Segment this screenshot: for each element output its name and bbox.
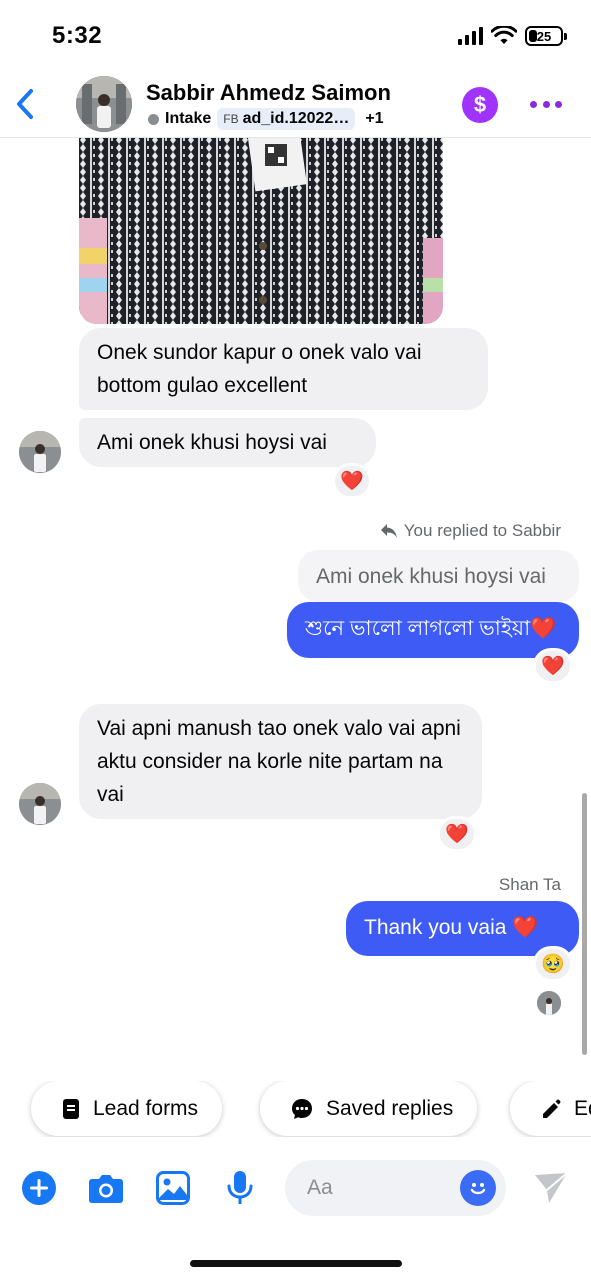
wifi-icon	[491, 26, 517, 44]
teary-face-icon: 🥹	[541, 954, 565, 975]
send-button[interactable]	[533, 1170, 569, 1206]
gallery-button[interactable]	[155, 1170, 191, 1206]
stage-label[interactable]: Intake	[165, 110, 211, 128]
battery-icon: 25	[525, 26, 567, 46]
contact-name[interactable]: Sabbir Ahmedz Saimon	[146, 80, 391, 106]
incoming-message[interactable]: Onek sundor kapur o onek valo vai bottom…	[79, 328, 488, 410]
contact-avatar-small[interactable]	[19, 431, 61, 473]
microphone-icon	[227, 1171, 253, 1204]
contact-avatar-small[interactable]	[19, 783, 61, 825]
quoted-message[interactable]: Ami onek khusi hoysi vai	[298, 550, 579, 602]
extra-tags-count[interactable]: +1	[365, 110, 383, 128]
saved-replies-button[interactable]: Saved replies	[260, 1081, 478, 1136]
reply-arrow-icon	[380, 524, 397, 538]
message-text: Ami onek khusi hoysi vai	[97, 431, 327, 454]
heart-reaction[interactable]: ❤️	[437, 816, 477, 852]
message-text: শুনে ভালো লাগলো ভাইয়া❤️	[305, 617, 557, 640]
dollar-icon: $	[473, 92, 487, 117]
heart-icon: ❤️	[541, 656, 565, 677]
tear-reaction[interactable]: 🥹	[533, 946, 573, 982]
chat-bubble-icon	[292, 1098, 312, 1119]
camera-button[interactable]	[88, 1170, 124, 1206]
saved-replies-label: Saved replies	[326, 1096, 454, 1120]
ad-id-text: ad_id.12022…	[242, 110, 350, 127]
heart-icon: ❤️	[340, 471, 364, 492]
smiley-icon	[470, 1183, 486, 1195]
message-composer	[0, 1160, 591, 1216]
message-text: Onek sundor kapur o onek valo vai bottom…	[97, 341, 422, 397]
payment-button[interactable]: $	[462, 87, 498, 123]
message-text: Thank you vaia ❤️	[364, 916, 539, 939]
status-bar: 5:32 25	[0, 0, 591, 70]
status-icons: 25	[458, 26, 567, 46]
send-icon	[535, 1172, 568, 1203]
form-icon	[63, 1098, 79, 1119]
message-text: Vai apni manush tao onek valo vai apni a…	[97, 717, 461, 806]
quoted-text: Ami onek khusi hoysi vai	[316, 565, 546, 588]
shirt-photo[interactable]	[79, 138, 443, 324]
edit-label: Ed	[574, 1096, 591, 1120]
lead-forms-button[interactable]: Lead forms	[31, 1081, 223, 1136]
battery-level: 25	[536, 28, 552, 44]
voice-button[interactable]	[222, 1170, 258, 1206]
contact-meta: Intake FB ad_id.12022… +1	[148, 108, 384, 130]
incoming-message[interactable]: Ami onek khusi hoysi vai	[79, 418, 376, 467]
outgoing-message[interactable]: শুনে ভালো লাগলো ভাইয়া❤️	[287, 602, 579, 658]
camera-icon	[89, 1175, 123, 1203]
more-options-button[interactable]	[530, 94, 562, 114]
home-indicator[interactable]	[190, 1260, 402, 1267]
conversation-header: Sabbir Ahmedz Saimon Intake FB ad_id.120…	[0, 70, 591, 138]
reply-note-text: You replied to Sabbir	[403, 521, 561, 540]
scrollbar[interactable]	[582, 793, 587, 1055]
cellular-signal-icon	[458, 27, 483, 45]
message-list[interactable]: Onek sundor kapur o onek valo vai bottom…	[0, 138, 591, 1073]
status-time: 5:32	[52, 22, 103, 49]
contact-avatar[interactable]	[76, 76, 132, 132]
lead-forms-label: Lead forms	[93, 1096, 199, 1120]
ad-id-chip[interactable]: FB ad_id.12022…	[217, 108, 356, 130]
incoming-message[interactable]: Vai apni manush tao onek valo vai apni a…	[79, 704, 482, 819]
plus-circle-icon	[22, 1171, 56, 1205]
message-input-box[interactable]	[285, 1160, 506, 1216]
seen-avatar	[537, 991, 561, 1015]
heart-icon: ❤️	[445, 824, 469, 845]
pencil-icon	[543, 1099, 561, 1118]
sender-label: Shan Ta	[498, 875, 561, 894]
chevron-left-icon	[17, 89, 33, 119]
edit-button[interactable]: Ed	[510, 1081, 591, 1136]
fb-label: FB	[223, 112, 239, 126]
heart-reaction[interactable]: ❤️	[332, 463, 372, 499]
heart-reaction[interactable]: ❤️	[533, 648, 573, 684]
back-button[interactable]	[10, 84, 40, 124]
add-button[interactable]	[21, 1170, 57, 1206]
message-input[interactable]	[307, 1174, 457, 1202]
quick-actions: Lead forms Saved replies Ed	[0, 1081, 591, 1137]
emoji-button[interactable]	[460, 1170, 496, 1206]
image-icon	[156, 1171, 190, 1205]
reply-note: You replied to Sabbir	[380, 521, 561, 541]
status-dot-icon	[148, 113, 159, 125]
